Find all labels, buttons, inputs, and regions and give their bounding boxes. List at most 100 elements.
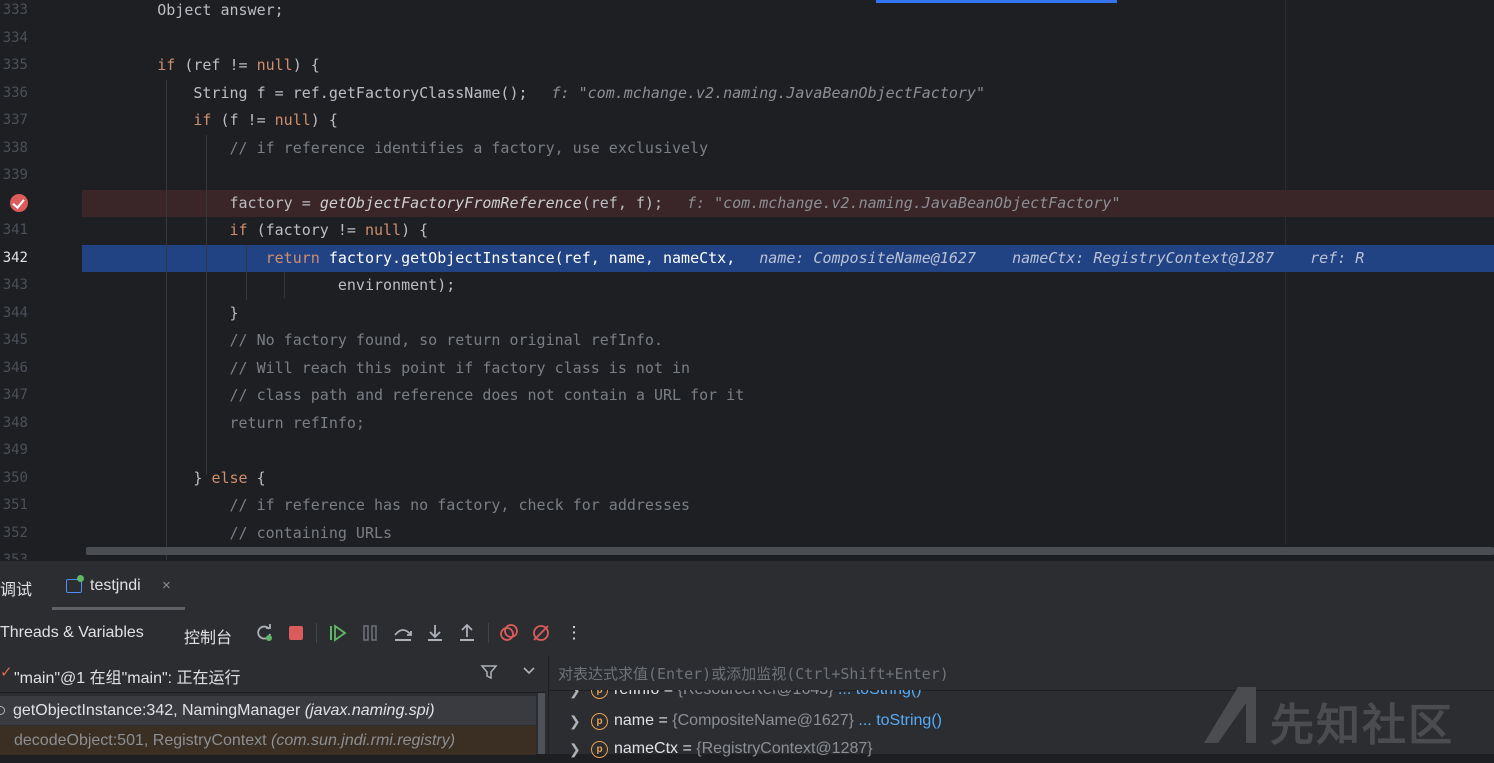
current-execution-line[interactable]: 342 return factory.getObjectInstance(ref… xyxy=(3,244,1494,272)
variable-name: nameCtx xyxy=(614,740,679,757)
line-number[interactable]: 351 xyxy=(0,492,28,520)
frame-bullet-icon xyxy=(0,706,5,716)
line-number[interactable]: 336 xyxy=(0,80,28,108)
code-line[interactable]: 341 if (factory != null) { xyxy=(0,217,1494,245)
code-line[interactable]: 351 // if reference has no factory, chec… xyxy=(0,492,1494,520)
pause-icon[interactable] xyxy=(360,623,380,643)
to-string-link[interactable]: ... toString() xyxy=(858,712,942,729)
variable-row[interactable]: ❯ p nameCtx = {RegistryContext@1287} xyxy=(549,735,1494,763)
parameter-icon: p xyxy=(591,690,608,699)
frames-scrollbar[interactable] xyxy=(538,693,545,754)
more-options-icon[interactable]: ⋮ xyxy=(564,623,584,643)
variable-name: refInfo xyxy=(614,690,659,698)
breakpoint-line[interactable]: factory = getObjectFactoryFromReference(… xyxy=(82,189,1494,218)
code-line[interactable]: 336 String f = ref.getFactoryClassName()… xyxy=(0,80,1494,108)
code-line[interactable]: 349 xyxy=(0,437,1494,465)
code-line[interactable]: 350 } else { xyxy=(0,465,1494,493)
debug-session-tab[interactable]: testjndi × xyxy=(52,569,185,610)
line-number[interactable]: 335 xyxy=(0,52,28,80)
variable-value: {RegistryContext@1287} xyxy=(696,740,873,757)
code-text: if (factory != null) { xyxy=(85,217,429,245)
code-text: // Will reach this point if factory clas… xyxy=(85,355,690,383)
code-token: Object answer; xyxy=(85,1,284,19)
code-line[interactable]: 346 // Will reach this point if factory … xyxy=(0,355,1494,383)
frames-panel: ✓ "main"@1 在组"main": 正在运行 getObjectInsta… xyxy=(0,656,545,755)
code-text: Object answer; xyxy=(85,0,284,25)
variable-row[interactable]: ❯ p name = {CompositeName@1627} ... toSt… xyxy=(549,707,1494,735)
chevron-down-icon[interactable] xyxy=(522,663,536,680)
step-into-icon[interactable] xyxy=(425,623,445,643)
frame-method: getObjectInstance:342, NamingManager xyxy=(13,702,301,719)
code-text: // if reference has no factory, check fo… xyxy=(85,492,690,520)
code-comment: return refInfo; xyxy=(85,413,365,432)
parameter-icon: p xyxy=(591,713,608,730)
horizontal-scrollbar[interactable] xyxy=(86,547,1494,555)
code-line[interactable]: 338 // if reference identifies a factory… xyxy=(0,135,1494,163)
code-editor[interactable]: 333 Object answer; 334 335 if (ref != null… xyxy=(0,0,1494,560)
variable-row[interactable]: ❯ p refInfo = {ResourceRef@1643} ... toS… xyxy=(549,690,1494,706)
mute-breakpoints-icon[interactable] xyxy=(531,623,551,643)
line-number[interactable]: 345 xyxy=(0,327,28,355)
stop-icon[interactable] xyxy=(286,623,306,643)
tab-console[interactable]: 控制台 xyxy=(184,624,232,648)
chevron-right-icon[interactable]: ❯ xyxy=(569,690,581,704)
line-number[interactable]: 337 xyxy=(0,107,28,135)
close-icon[interactable]: × xyxy=(162,577,171,594)
line-number[interactable]: 343 xyxy=(0,272,28,300)
code-line[interactable]: 335 if (ref != null) { xyxy=(0,52,1494,80)
line-number[interactable]: 346 xyxy=(0,355,28,383)
line-number[interactable]: 341 xyxy=(0,217,28,245)
line-number[interactable]: 353 xyxy=(0,547,28,560)
resume-icon[interactable] xyxy=(328,623,348,643)
chevron-right-icon[interactable]: ❯ xyxy=(569,707,581,735)
code-line[interactable]: 339 xyxy=(0,162,1494,190)
code-token: String f = ref.getFactoryClassName(); xyxy=(85,83,528,102)
line-number[interactable]: 349 xyxy=(0,437,28,465)
code-keyword: if xyxy=(157,56,176,74)
stack-frame[interactable]: getObjectInstance:342, NamingManager (ja… xyxy=(0,696,536,725)
code-text: factory = getObjectFactoryFromReference(… xyxy=(85,190,1120,218)
inline-debug-value: name: CompositeName@1627 nameCtx: Regist… xyxy=(759,248,1365,267)
line-number[interactable]: 338 xyxy=(0,135,28,163)
code-line[interactable]: 337 if (f != null) { xyxy=(0,107,1494,135)
code-line[interactable]: 345 // No factory found, so return origi… xyxy=(0,327,1494,355)
line-number[interactable]: 342 xyxy=(0,245,28,273)
line-number[interactable]: 348 xyxy=(0,410,28,438)
code-keyword: if xyxy=(193,111,212,129)
step-over-icon[interactable] xyxy=(393,623,413,643)
step-out-icon[interactable] xyxy=(457,623,477,643)
code-line[interactable]: 343 environment); xyxy=(0,272,1494,300)
code-keyword: if xyxy=(229,221,248,239)
view-breakpoints-icon[interactable] xyxy=(499,623,519,643)
code-text: // No factory found, so return original … xyxy=(85,327,662,355)
line-number[interactable]: 339 xyxy=(0,162,28,190)
thread-check-icon: ✓ xyxy=(0,664,13,681)
line-number[interactable]: 350 xyxy=(0,465,28,493)
line-number[interactable]: 333 xyxy=(0,0,28,25)
evaluate-expression-input[interactable]: 对表达式求值(Enter)或添加监视(Ctrl+Shift+Enter) xyxy=(549,656,1494,691)
tab-threads-variables[interactable]: Threads & Variables xyxy=(0,624,144,642)
breakpoint-icon[interactable] xyxy=(10,194,28,212)
code-line[interactable]: 344 } xyxy=(0,300,1494,328)
line-number[interactable]: 344 xyxy=(0,300,28,328)
line-number[interactable]: 347 xyxy=(0,382,28,410)
code-line[interactable]: 347 // class path and reference does not… xyxy=(0,382,1494,410)
code-token: { xyxy=(247,468,266,487)
running-status-dot xyxy=(77,575,84,582)
code-line[interactable]: 352 // containing URLs xyxy=(0,520,1494,548)
indent-guide xyxy=(206,135,207,475)
code-line[interactable]: 334 xyxy=(0,25,1494,53)
line-number[interactable]: 352 xyxy=(0,520,28,548)
code-line[interactable]: 333 Object answer; xyxy=(0,0,1494,25)
thread-selector[interactable]: ✓ "main"@1 在组"main": 正在运行 xyxy=(0,656,545,693)
code-token: environment); xyxy=(85,276,456,294)
to-string-link[interactable]: ... toString() xyxy=(838,690,922,698)
filter-icon[interactable] xyxy=(480,663,498,686)
rerun-icon[interactable] xyxy=(254,623,274,643)
stack-frame[interactable]: decodeObject:501, RegistryContext (com.s… xyxy=(0,726,536,755)
chevron-right-icon[interactable]: ❯ xyxy=(569,735,581,763)
line-number[interactable]: 334 xyxy=(0,25,28,53)
code-line[interactable]: 348 return refInfo; xyxy=(0,410,1494,438)
